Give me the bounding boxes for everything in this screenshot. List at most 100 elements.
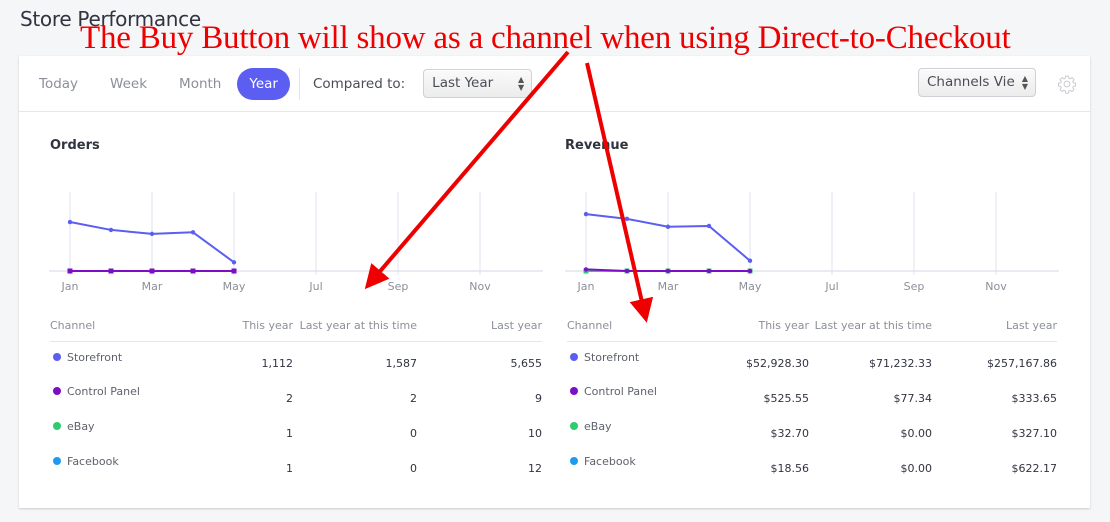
- data-point: [583, 267, 589, 272]
- channel-color-dot: [53, 352, 61, 361]
- this-year-cell: 1,112: [261, 356, 294, 370]
- data-point: [624, 268, 630, 274]
- last-year-cell: 5,655: [510, 356, 543, 370]
- table-row: eBay $32.70 $0.00 $327.10: [567, 411, 1057, 446]
- x-tick-label: Mar: [142, 280, 163, 293]
- last-year-at-this-time-cell: $77.34: [893, 391, 933, 405]
- x-tick-label: Jul: [308, 280, 322, 293]
- tab-month[interactable]: Month: [169, 68, 231, 100]
- col-last-year-at-this-time[interactable]: Last year at this time: [293, 311, 417, 342]
- data-point: [108, 227, 114, 233]
- x-tick-label: Nov: [985, 280, 1007, 293]
- last-year-at-this-time-cell: $0.00: [900, 426, 933, 440]
- data-point: [67, 268, 73, 274]
- compared-to-value: Last Year: [432, 75, 494, 91]
- channel-name: Control Panel: [584, 385, 657, 398]
- table-row: Control Panel 2 2 9: [50, 376, 542, 411]
- channel-color-dot: [570, 387, 578, 395]
- tab-today[interactable]: Today: [29, 68, 88, 100]
- channel-name: Storefront: [584, 350, 640, 364]
- col-this-year[interactable]: This year: [200, 311, 293, 342]
- tab-week[interactable]: Week: [100, 68, 157, 100]
- data-point: [190, 230, 196, 235]
- table-row: eBay 1 0 10: [50, 411, 542, 446]
- x-tick-label: Sep: [388, 280, 409, 293]
- channel-color-dot: [53, 387, 61, 395]
- table-row: Storefront 1,112 1,587 5,655: [50, 341, 542, 376]
- view-select-value: Channels View: [927, 74, 1015, 90]
- last-year-cell: 10: [528, 426, 542, 440]
- data-point: [67, 219, 73, 225]
- orders-table-header: Channel This year Last year at this time…: [50, 311, 542, 342]
- x-tick-label: May: [739, 280, 762, 293]
- data-point: [665, 224, 671, 229]
- last-year-at-this-time-cell: 1,587: [385, 356, 418, 370]
- data-point: [231, 268, 237, 274]
- compared-to-label: Compared to:: [312, 75, 406, 92]
- channel-name: Storefront: [67, 350, 123, 364]
- col-last-year[interactable]: Last year: [932, 311, 1057, 342]
- channel-name: eBay: [584, 420, 612, 433]
- this-year-cell: 2: [286, 391, 293, 405]
- annotation-text: The Buy Button will show as a channel wh…: [80, 20, 1011, 56]
- col-last-year-at-this-time[interactable]: Last year at this time: [809, 311, 932, 342]
- col-channel[interactable]: Channel: [567, 311, 697, 342]
- channel-cell: Control Panel: [567, 376, 697, 411]
- revenue-table-header: Channel This year Last year at this time…: [567, 311, 1057, 342]
- x-tick-label: Jan: [577, 280, 595, 293]
- data-point: [747, 258, 753, 263]
- x-tick-label: May: [223, 280, 246, 293]
- last-year-cell: 12: [528, 461, 542, 475]
- last-year-at-this-time-cell: $0.00: [900, 461, 933, 475]
- this-year-cell: $52,928.30: [746, 356, 809, 370]
- channel-color-dot: [570, 457, 578, 465]
- col-channel[interactable]: Channel: [50, 311, 200, 342]
- channel-color-dot: [53, 457, 61, 465]
- orders-table: Channel This year Last year at this time…: [50, 311, 542, 481]
- last-year-at-this-time-cell: 0: [410, 426, 417, 440]
- orders-chart: Jan Mar May Jul Sep Nov: [49, 192, 543, 293]
- last-year-cell: $622.17: [1011, 461, 1058, 475]
- data-point: [190, 268, 196, 274]
- channel-cell: eBay: [567, 411, 697, 446]
- view-select[interactable]: Channels View ▲▼: [918, 68, 1036, 97]
- store-performance-card: Today Week Month Year Compared to: Last …: [19, 56, 1090, 508]
- channel-color-dot: [570, 422, 578, 430]
- last-year-at-this-time-cell: 0: [410, 461, 417, 475]
- col-last-year[interactable]: Last year: [417, 311, 542, 342]
- last-year-at-this-time-cell: 2: [410, 391, 417, 405]
- last-year-cell: $257,167.86: [987, 356, 1057, 370]
- orders-title: Orders: [50, 138, 100, 153]
- channel-name: Control Panel: [67, 385, 140, 398]
- col-this-year[interactable]: This year: [697, 311, 809, 342]
- channel-cell: Facebook: [567, 446, 697, 481]
- data-point: [624, 216, 630, 222]
- data-point: [706, 268, 712, 274]
- data-point: [706, 223, 712, 229]
- data-point: [583, 211, 589, 217]
- this-year-cell: $525.55: [763, 391, 810, 405]
- select-arrows-icon: ▲ ▼: [1021, 73, 1028, 91]
- tab-year[interactable]: Year: [237, 67, 290, 100]
- x-tick-label: Mar: [658, 280, 679, 293]
- x-tick-label: Nov: [469, 280, 491, 293]
- data-point: [665, 268, 671, 274]
- revenue-chart: Jan Mar May Jul Sep Nov: [565, 192, 1059, 293]
- compared-to-select[interactable]: Last Year ▲ ▼: [423, 69, 533, 98]
- revenue-table: Channel This year Last year at this time…: [567, 311, 1057, 481]
- table-row: Facebook $18.56 $0.00 $622.17: [567, 446, 1057, 481]
- channel-color-dot: [570, 352, 578, 361]
- channel-color-dot: [53, 422, 61, 430]
- channel-cell: Storefront: [567, 341, 697, 376]
- this-year-cell: 1: [286, 426, 293, 440]
- data-point: [231, 260, 237, 265]
- last-year-cell: $327.10: [1011, 426, 1058, 440]
- x-tick-label: Jul: [824, 280, 838, 293]
- last-year-at-this-time-cell: $71,232.33: [869, 356, 932, 370]
- channel-cell: Control Panel: [50, 376, 200, 411]
- channel-name: eBay: [67, 420, 95, 433]
- data-point: [149, 268, 155, 274]
- last-year-cell: $333.65: [1011, 391, 1058, 405]
- table-row: Facebook 1 0 12: [50, 446, 542, 481]
- gear-icon[interactable]: [1057, 74, 1077, 94]
